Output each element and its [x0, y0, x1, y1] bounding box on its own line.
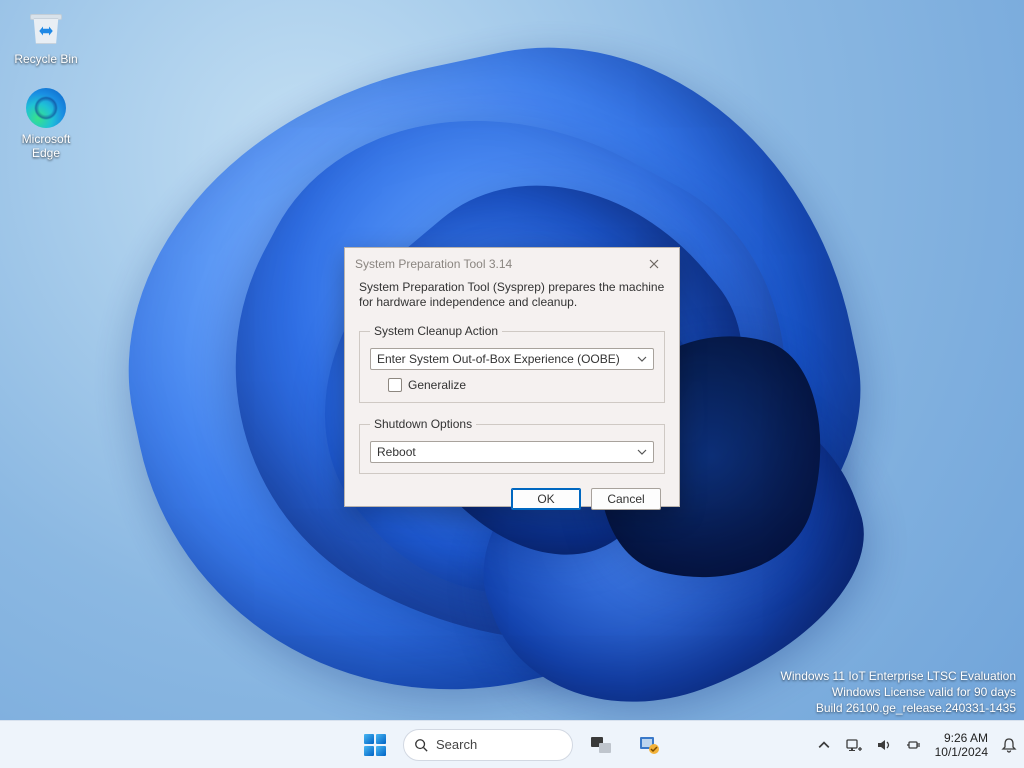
tray-power-button[interactable] — [905, 736, 923, 754]
generalize-label[interactable]: Generalize — [408, 378, 466, 392]
watermark-line: Build 26100.ge_release.240331-1435 — [781, 700, 1016, 716]
desktop-icon-label: Microsoft Edge — [8, 132, 84, 160]
taskbar-clock[interactable]: 9:26 AM 10/1/2024 — [935, 731, 988, 759]
taskbar-search[interactable]: Search — [403, 729, 573, 761]
chevron-down-icon — [635, 445, 649, 459]
system-tray: 9:26 AM 10/1/2024 — [815, 721, 1018, 768]
cleanup-action-label: System Cleanup Action — [370, 324, 502, 338]
dialog-titlebar[interactable]: System Preparation Tool 3.14 — [345, 248, 679, 280]
sysprep-icon — [637, 733, 661, 757]
shutdown-options-combobox[interactable]: Reboot — [370, 441, 654, 463]
bell-icon — [1000, 736, 1018, 754]
shutdown-options-group: Shutdown Options Reboot — [359, 417, 665, 474]
activation-watermark: Windows 11 IoT Enterprise LTSC Evaluatio… — [781, 668, 1016, 716]
task-view-icon — [591, 737, 611, 753]
desktop: Recycle Bin Microsoft Edge Windows 11 Io… — [0, 0, 1024, 768]
tray-network-button[interactable] — [845, 736, 863, 754]
ok-button[interactable]: OK — [511, 488, 581, 510]
recycle-bin-icon — [24, 6, 68, 50]
shutdown-options-label: Shutdown Options — [370, 417, 476, 431]
cleanup-action-value: Enter System Out-of-Box Experience (OOBE… — [377, 352, 620, 366]
dialog-description: System Preparation Tool (Sysprep) prepar… — [359, 280, 665, 310]
search-icon — [414, 738, 428, 752]
taskbar-date: 10/1/2024 — [935, 745, 988, 759]
taskbar-time: 9:26 AM — [935, 731, 988, 745]
taskbar: Search — [0, 720, 1024, 768]
cleanup-action-group: System Cleanup Action Enter System Out-o… — [359, 324, 665, 403]
power-plug-icon — [905, 736, 923, 754]
ok-button-label: OK — [537, 492, 554, 506]
notification-center-button[interactable] — [1000, 736, 1018, 754]
edge-icon — [24, 86, 68, 130]
start-button[interactable] — [355, 725, 395, 765]
chevron-down-icon — [635, 352, 649, 366]
dialog-title: System Preparation Tool 3.14 — [355, 257, 512, 271]
close-icon — [649, 259, 659, 269]
generalize-checkbox[interactable] — [388, 378, 402, 392]
taskbar-search-label: Search — [436, 737, 477, 752]
windows-logo-icon — [364, 734, 386, 756]
tray-overflow-button[interactable] — [815, 736, 833, 754]
watermark-line: Windows 11 IoT Enterprise LTSC Evaluatio… — [781, 668, 1016, 684]
watermark-line: Windows License valid for 90 days — [781, 684, 1016, 700]
cleanup-action-combobox[interactable]: Enter System Out-of-Box Experience (OOBE… — [370, 348, 654, 370]
cancel-button[interactable]: Cancel — [591, 488, 661, 510]
desktop-icon-edge[interactable]: Microsoft Edge — [8, 86, 84, 160]
close-button[interactable] — [639, 252, 669, 276]
network-icon — [845, 736, 863, 754]
chevron-up-icon — [818, 739, 830, 751]
cancel-button-label: Cancel — [607, 492, 644, 506]
shutdown-options-value: Reboot — [377, 445, 416, 459]
taskbar-app-sysprep[interactable] — [629, 725, 669, 765]
speaker-icon — [875, 736, 893, 754]
desktop-icon-recycle-bin[interactable]: Recycle Bin — [8, 6, 84, 66]
desktop-icon-label: Recycle Bin — [8, 52, 84, 66]
sysprep-dialog: System Preparation Tool 3.14 System Prep… — [344, 247, 680, 507]
task-view-button[interactable] — [581, 725, 621, 765]
tray-volume-button[interactable] — [875, 736, 893, 754]
